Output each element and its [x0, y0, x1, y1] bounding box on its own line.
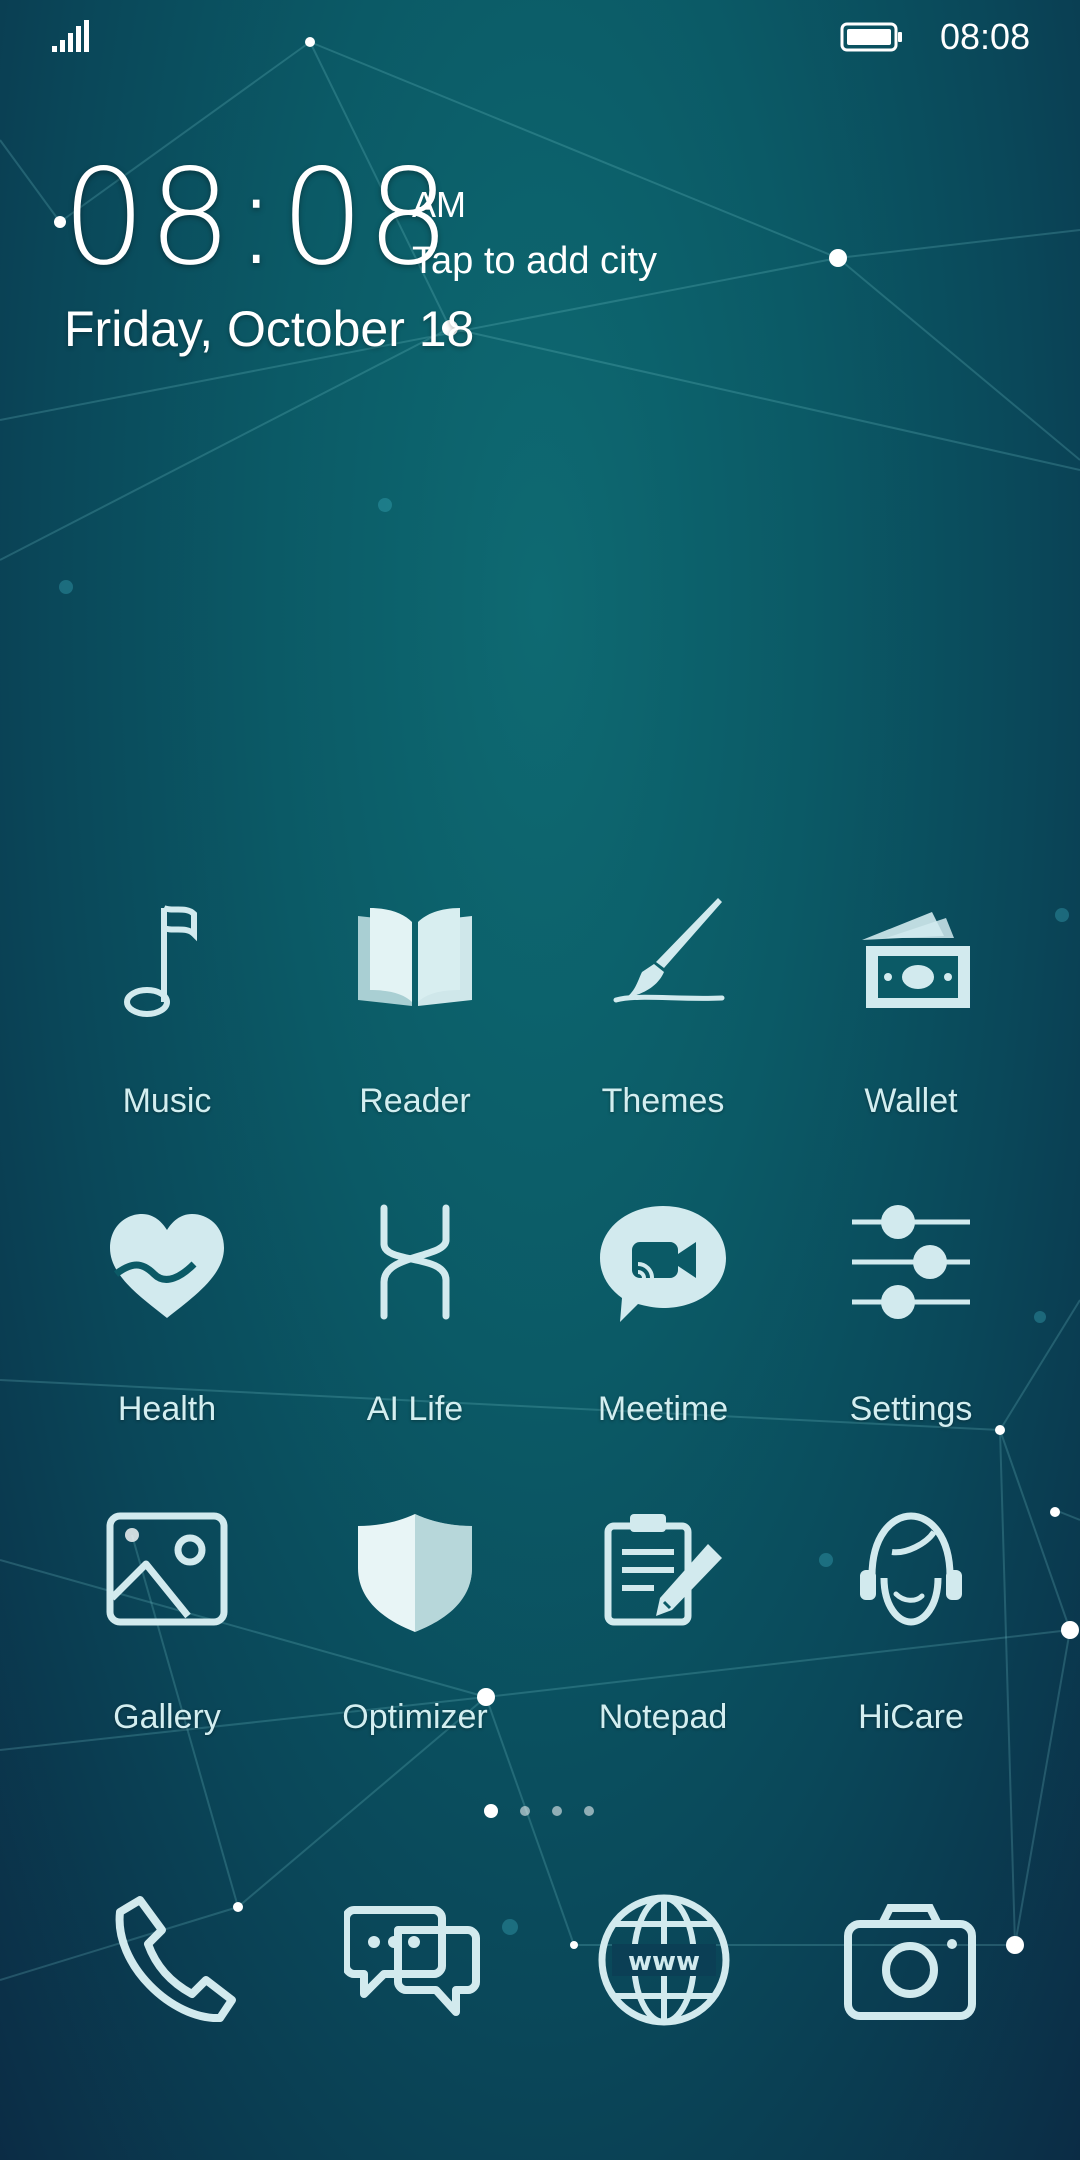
shield-icon — [358, 1514, 472, 1632]
video-chat-icon — [600, 1206, 726, 1322]
svg-text:www: www — [628, 1947, 700, 1977]
page-dot-active[interactable] — [484, 1804, 498, 1818]
add-city-link[interactable]: Tap to add city — [412, 240, 657, 283]
notepad-icon — [604, 1514, 722, 1626]
browser-icon[interactable]: www — [594, 1890, 734, 2030]
ai-life-icon — [380, 1204, 450, 1320]
app-wallet[interactable]: Wallet — [787, 890, 1035, 1120]
app-reader[interactable]: Reader — [291, 890, 539, 1120]
clock-weather-widget[interactable]: 08:08 AM Tap to add city Friday, October… — [62, 148, 822, 378]
status-time: 08:08 — [940, 16, 1031, 57]
page-indicator[interactable] — [480, 1800, 600, 1824]
app-label: Meetime — [597, 1390, 729, 1428]
app-music[interactable]: Music — [43, 890, 291, 1120]
app-label: Settings — [849, 1390, 973, 1428]
messages-icon[interactable] — [344, 1890, 484, 2030]
battery-icon — [840, 22, 902, 52]
app-hicare[interactable]: HiCare — [787, 1506, 1035, 1736]
app-settings[interactable]: Settings — [787, 1198, 1035, 1428]
status-bar: 08:08 — [0, 0, 1080, 80]
page-dot[interactable] — [520, 1806, 530, 1816]
clock-ampm: AM — [412, 184, 466, 225]
app-meetime[interactable]: Meetime — [539, 1198, 787, 1428]
app-label: Music — [122, 1082, 212, 1120]
app-label: Wallet — [864, 1082, 958, 1120]
app-label: Notepad — [598, 1698, 728, 1736]
image-icon — [106, 1512, 228, 1626]
app-themes[interactable]: Themes — [539, 890, 787, 1120]
app-label: HiCare — [858, 1698, 964, 1736]
page-dot[interactable] — [552, 1806, 562, 1816]
app-label: Optimizer — [342, 1698, 488, 1736]
phone-icon[interactable] — [100, 1890, 240, 2030]
app-label: Gallery — [113, 1698, 221, 1736]
wallet-icon — [862, 912, 970, 1008]
book-icon — [358, 908, 472, 1006]
headset-icon — [860, 1512, 962, 1626]
music-note-icon — [124, 905, 197, 1017]
app-label: Themes — [601, 1082, 725, 1120]
sliders-icon — [852, 1205, 970, 1319]
app-label: Health — [117, 1390, 217, 1428]
paintbrush-icon — [613, 898, 725, 1003]
app-health[interactable]: Health — [43, 1198, 291, 1428]
app-label: AI Life — [366, 1390, 464, 1428]
clock-time[interactable]: 08:08 — [62, 148, 452, 288]
app-ai-life[interactable]: AI Life — [291, 1198, 539, 1428]
app-gallery[interactable]: Gallery — [43, 1506, 291, 1736]
clock-date[interactable]: Friday, October 18 — [64, 300, 474, 358]
heart-icon — [110, 1214, 224, 1318]
signal-icon — [52, 20, 89, 52]
dock: www — [0, 1890, 1080, 2040]
app-notepad[interactable]: Notepad — [539, 1506, 787, 1736]
app-label: Reader — [359, 1082, 471, 1120]
camera-icon[interactable] — [840, 1890, 980, 2030]
page-dot[interactable] — [584, 1806, 594, 1816]
app-optimizer[interactable]: Optimizer — [291, 1506, 539, 1736]
